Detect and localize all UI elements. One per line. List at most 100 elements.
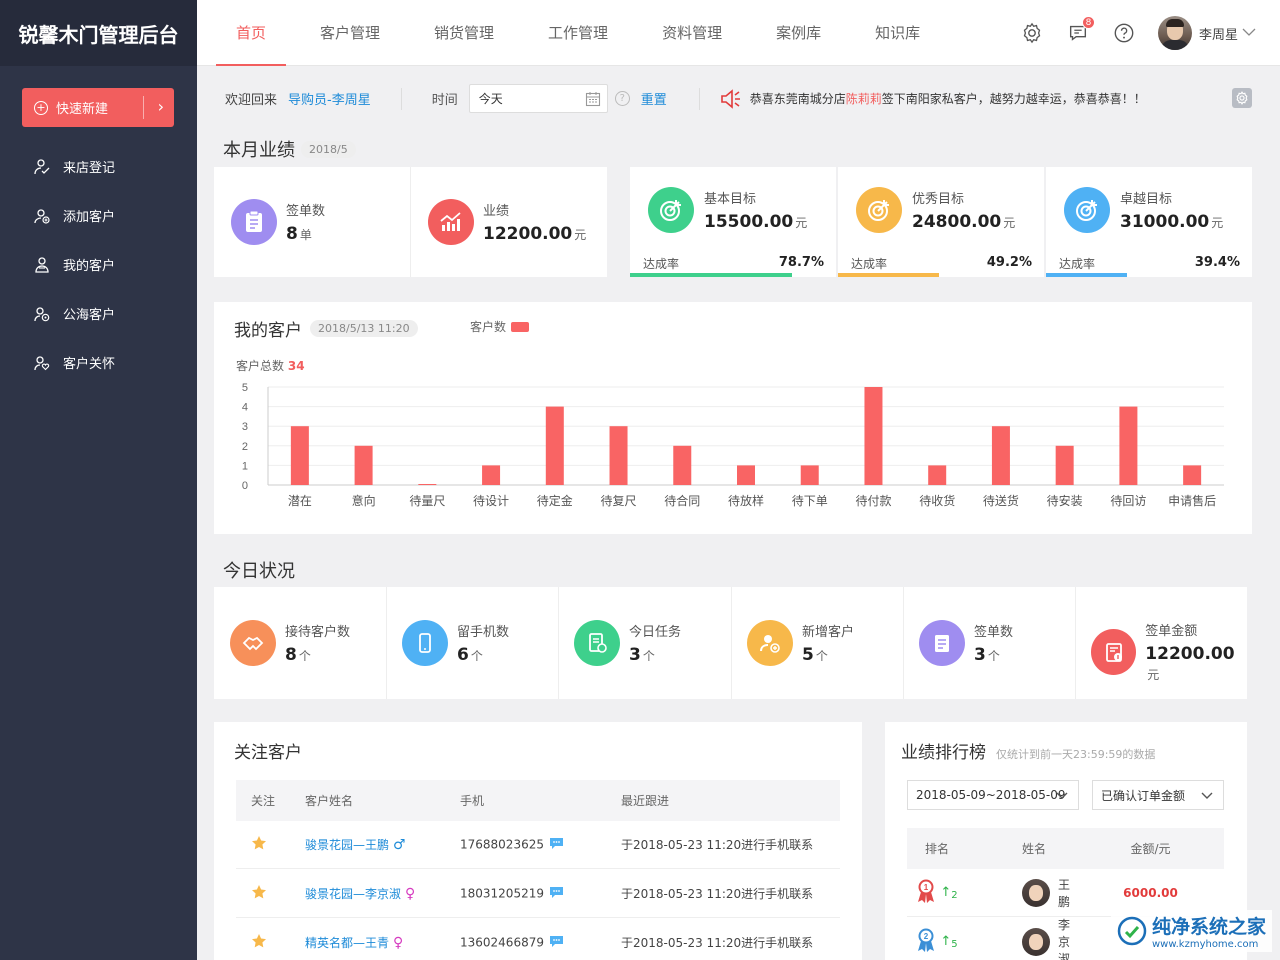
column-header: 姓名: [1022, 842, 1047, 856]
help-button[interactable]: [1112, 21, 1136, 45]
last-followup: 于2018-05-23 11:20进行手机联系: [621, 936, 814, 950]
user-avatar[interactable]: [1157, 16, 1192, 50]
stat-label: 今日任务: [629, 625, 682, 640]
monthly-section-title: 本月业绩 2018/5: [223, 136, 356, 162]
tab-sales-management[interactable]: 销货管理: [414, 0, 514, 66]
time-select[interactable]: 今天: [468, 84, 608, 113]
notice-settings-button[interactable]: [1232, 88, 1252, 108]
chart-bar: [1119, 406, 1138, 485]
x-tick-label: 待送货: [983, 493, 1019, 508]
stat-label: 接待客户数: [285, 625, 351, 640]
watermark-text: 纯净系统之家: [1151, 916, 1266, 938]
target-label: 卓越目标: [1120, 192, 1173, 207]
quick-create-button[interactable]: + 快速新建 ›: [22, 88, 174, 127]
rank-change: 2: [951, 890, 958, 901]
target-label: 基本目标: [704, 192, 757, 207]
chevron-down-icon: [1200, 788, 1214, 805]
tab-data-management[interactable]: 资料管理: [642, 0, 742, 66]
sidebar-item-customer-care[interactable]: 客户关怀: [0, 338, 197, 387]
x-tick-label: 待回访: [1110, 494, 1146, 508]
settings-button[interactable]: [1020, 21, 1044, 45]
ranking-table-header: 排名 姓名 金额/元: [907, 828, 1224, 869]
chart-bar: [1183, 465, 1202, 485]
stat-value: 12200.00元: [483, 224, 587, 244]
sidebar-item-checkin[interactable]: 来店登记: [0, 142, 197, 191]
ranking-name: 李京淑: [1058, 918, 1071, 960]
table-row[interactable]: 精英名都—王青 ♀ 13602466879 于2018-05-23 11:20进行…: [236, 919, 840, 960]
target-stat: 优秀目标 24800.00 元: [856, 187, 1015, 233]
help-circle-icon[interactable]: ?: [614, 91, 630, 106]
messages-button[interactable]: 8: [1066, 16, 1095, 45]
tab-home[interactable]: 首页: [216, 0, 287, 66]
customer-name-link[interactable]: 精英名都—王青: [305, 936, 389, 950]
divider: [731, 587, 732, 699]
x-tick-label: 待设计: [473, 494, 509, 508]
sidebar-item-public-customers[interactable]: 公海客户: [0, 289, 197, 338]
target-stat: 卓越目标 31000.00 元: [1064, 187, 1223, 233]
rate-progress-bar: [838, 273, 940, 277]
rank-up-icon: ↑: [940, 934, 952, 949]
column-header: 排名: [924, 842, 949, 856]
welcome-bar: 欢迎回来 导购员-李周星 时间 今天 ? 重置 恭喜东莞南城分店陈莉莉签下南阳家…: [197, 67, 1280, 130]
stat-label: 业绩: [483, 204, 510, 219]
rate-value: 39.4%: [1194, 255, 1240, 270]
avatar: [1022, 878, 1050, 907]
chart-bar: [928, 465, 947, 485]
last-followup: 于2018-05-23 11:20进行手机联系: [621, 838, 814, 852]
chart-bar: [545, 406, 564, 485]
sidebar-item-add-customer[interactable]: 添加客户: [0, 191, 197, 240]
rate-value: 78.7%: [778, 255, 824, 270]
today-stat: 今日任务 3个: [574, 620, 681, 666]
name-cell: 王鹏: [967, 876, 1077, 910]
customer-name-link[interactable]: 骏景花园—李京淑: [305, 887, 401, 901]
today-status-card: 接待客户数 8个 留手机数 6个 今日任务 3个 新增客户 5 个 签单数 3 …: [214, 587, 1247, 699]
clipboard-icon: [231, 199, 277, 245]
divider: [558, 587, 559, 699]
tab-customer-management[interactable]: 客户管理: [300, 0, 400, 66]
gear-icon: [1236, 91, 1248, 105]
x-tick-label: 待付款: [855, 494, 891, 508]
chevron-down-icon[interactable]: [1242, 26, 1256, 40]
target-card-outstanding: 卓越目标 31000.00 元 达成率 39.4%: [1046, 167, 1252, 277]
metric-select[interactable]: 已确认订单金额: [1092, 780, 1224, 810]
target-icon: [1064, 187, 1110, 233]
chart-bar: [482, 465, 501, 485]
tab-knowledge-base[interactable]: 知识库: [855, 0, 940, 66]
x-tick-label: 待安装: [1047, 493, 1083, 508]
sidebar-item-my-customers[interactable]: 我的客户: [0, 240, 197, 289]
reset-button[interactable]: 重置: [641, 89, 667, 108]
stat-value: 6个: [457, 645, 483, 665]
handshake-icon: [230, 620, 276, 666]
table-row[interactable]: 骏景花园—王鹏 ♂ 17688023625 于2018-05-23 11:20进行…: [236, 821, 840, 869]
target-icon: [648, 187, 694, 233]
x-tick-label: 待复尺: [601, 494, 637, 508]
column-header: 手机: [460, 794, 485, 808]
top-bar: 首页 客户管理 销货管理 工作管理 资料管理 案例库 知识库 8 李周星: [197, 0, 1280, 66]
metric-value: 已确认订单金额: [1101, 788, 1186, 803]
message-icon[interactable]: [549, 935, 564, 951]
star-icon[interactable]: [236, 884, 305, 903]
divider: [698, 87, 700, 110]
quick-create-label: 快速新建: [56, 102, 109, 117]
rate-value: 49.2%: [986, 255, 1032, 270]
user-name[interactable]: 李周星: [1199, 24, 1238, 43]
date-range-select[interactable]: 2018-05-09~2018-05-09: [907, 780, 1079, 810]
customer-name-link[interactable]: 骏景花园—王鹏: [305, 838, 389, 852]
tab-case-library[interactable]: 案例库: [756, 0, 841, 66]
table-row[interactable]: 骏景花园—李京淑 ♀ 18031205219 于2018-05-23 11:20进…: [236, 870, 840, 918]
add-user-icon: [34, 208, 50, 224]
star-icon[interactable]: [236, 835, 305, 854]
top-actions: 8 李周星: [1020, 0, 1280, 66]
last-followup: 于2018-05-23 11:20进行手机联系: [621, 887, 814, 901]
column-header: 金额/元: [1130, 842, 1171, 856]
star-icon[interactable]: [236, 933, 305, 952]
role-user-link[interactable]: 导购员-李周星: [288, 89, 371, 108]
sidebar-item-label: 公海客户: [63, 308, 116, 323]
message-icon[interactable]: [549, 886, 564, 902]
column-header: 关注: [251, 794, 276, 808]
chart-bar: [418, 484, 437, 485]
tab-work-management[interactable]: 工作管理: [528, 0, 628, 66]
public-users-icon: [34, 306, 50, 322]
target-card-basic: 基本目标 15500.00 元 达成率 78.7%: [630, 167, 836, 277]
message-icon[interactable]: [549, 837, 564, 853]
